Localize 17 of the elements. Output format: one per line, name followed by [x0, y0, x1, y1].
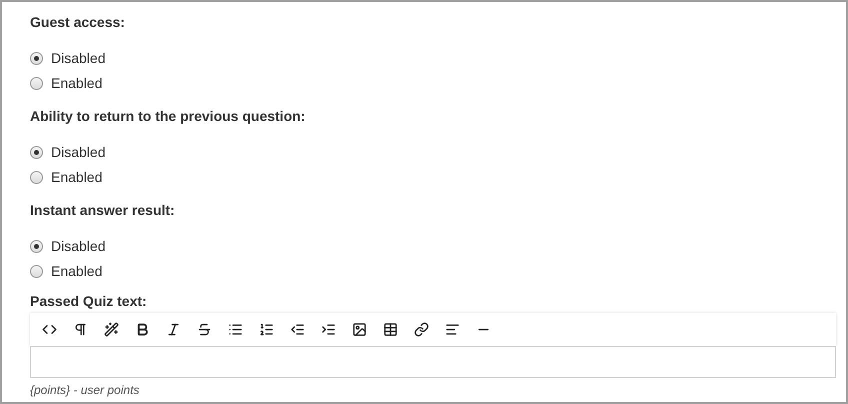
option-label: Enabled — [51, 168, 102, 187]
option-label: Disabled — [51, 237, 106, 256]
option-label: Enabled — [51, 262, 102, 281]
radio-button[interactable] — [30, 240, 43, 253]
radio-button[interactable] — [30, 171, 43, 184]
option-label: Enabled — [51, 74, 102, 93]
radio-button[interactable] — [30, 77, 43, 90]
editor-label: Passed Quiz text: — [30, 292, 148, 311]
option-label: Disabled — [51, 143, 106, 162]
setting-label: Ability to return to the previous question: — [30, 107, 306, 126]
radio-button[interactable] — [30, 146, 43, 159]
option-label: Disabled — [51, 49, 106, 68]
radio-button[interactable] — [30, 265, 43, 278]
setting-label: Instant answer result: — [30, 201, 176, 220]
radio-button[interactable] — [30, 52, 43, 65]
hint-text: {points} - user points — [30, 382, 140, 399]
setting-label: Guest access: — [30, 13, 126, 32]
